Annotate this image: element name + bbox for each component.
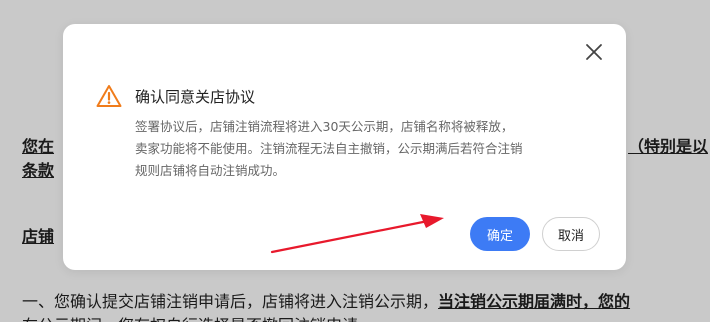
dialog-message-line: 规则店铺将自动注销成功。 [135, 163, 286, 178]
doc-line-1-start: 您在 [22, 137, 55, 156]
confirm-dialog: 确认同意关店协议 签署协议后，店铺注销流程将进入30天公示期，店铺名称将被释放，… [63, 24, 626, 270]
dialog-title: 确认同意关店协议 [135, 88, 256, 106]
dialog-message-line: 签署协议后，店铺注销流程将进入30天公示期，店铺名称将被释放， [135, 119, 514, 134]
doc-paragraph: 一、您确认提交店铺注销申请后，店铺将进入注销公示期，当注销公示期届满时，您的 [22, 288, 630, 312]
doc-paragraph-line-2: 在公示期间，您有权自行选择是否撤回注销申请 [22, 312, 358, 322]
doc-line-2: 条款 [22, 161, 55, 180]
doc-paragraph-text: 一、您确认提交店铺注销申请后，店铺将进入注销公示期， [22, 292, 439, 311]
dialog-message-line: 卖家功能将不能使用。注销流程无法自主撤销，公示期满后若符合注销 [135, 141, 523, 156]
warning-triangle-icon [96, 84, 122, 108]
cancel-button[interactable]: 取消 [542, 217, 600, 251]
confirm-button[interactable]: 确定 [470, 217, 530, 251]
doc-section-heading: 店铺 [22, 227, 55, 246]
doc-paragraph-bold: 当注销公示期届满时，您的 [438, 292, 631, 311]
close-icon[interactable] [584, 42, 604, 62]
doc-line-1-end: （特别是以 [628, 137, 709, 156]
dialog-message: 签署协议后，店铺注销流程将进入30天公示期，店铺名称将被释放， 卖家功能将不能使… [135, 116, 575, 182]
